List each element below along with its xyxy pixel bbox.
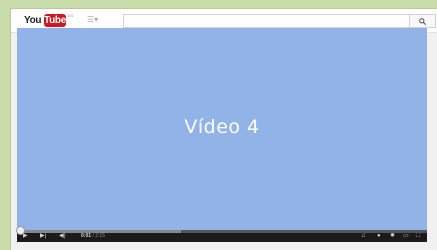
volume-icon[interactable]: ◀) [59,233,66,240]
search-button[interactable] [410,14,436,28]
time-display: 0:01 / 2:15 [81,233,105,240]
progress-scrubber[interactable] [16,226,25,235]
play-icon[interactable]: ▶ [23,233,28,240]
search-input[interactable] [123,14,410,28]
fullscreen-icon[interactable]: ⛶ [416,233,420,240]
guide-menu-button[interactable]: ☰▾ [87,15,98,25]
playlist-icon[interactable]: ♫ [361,233,366,240]
logo-tube-text: Tube [44,14,66,27]
annotations-icon[interactable]: ● [377,233,381,240]
video-player[interactable]: Vídeo 4 ▶ ▶| ◀) 0:01 / 2:15 ♫ ● ✹ ▭ ⛶ [17,28,427,242]
time-current: 0:01 [81,233,92,239]
guide-menu-icon: ☰▾ [87,15,99,24]
search-icon [419,18,426,25]
time-total: 2:15 [95,233,105,239]
logo-region: ES [68,13,74,18]
settings-icon[interactable]: ✹ [390,233,395,240]
next-icon[interactable]: ▶| [40,233,46,240]
progress-buffered [17,230,181,233]
progress-bar[interactable] [17,230,427,233]
size-icon[interactable]: ▭ [403,233,409,240]
video-title: Vídeo 4 [184,116,260,138]
logo-you-text: You [24,15,42,26]
